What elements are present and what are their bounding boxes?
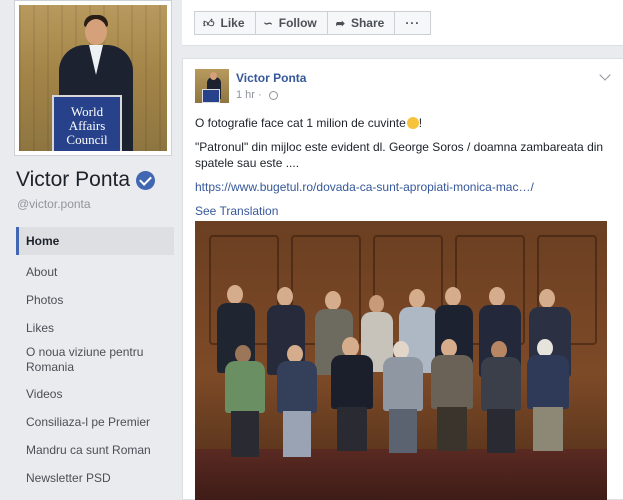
left-column: World Affairs Council Victor Ponta @vict…: [0, 0, 182, 500]
post-link[interactable]: https://www.bugetul.ro/dovada-ca-sunt-ap…: [195, 179, 615, 195]
nav-item-home[interactable]: Home: [16, 227, 174, 255]
action-buttons: 👍︎ Like ∽ Follow ➦ Share ···: [194, 11, 432, 35]
share-arrow-icon: ➦: [335, 17, 345, 30]
post-timestamp[interactable]: 1 hr: [236, 89, 255, 101]
page-name-row: Victor Ponta: [16, 168, 156, 192]
post-line-2: "Patronul" din mijloc este evident dl. G…: [195, 140, 604, 170]
nav-item-videos[interactable]: Videos: [16, 383, 174, 405]
post-author-avatar[interactable]: [195, 69, 229, 103]
post-meta: 1 hr ·: [236, 89, 278, 101]
rss-icon: ∽: [263, 17, 273, 30]
more-options-button[interactable]: ···: [394, 11, 432, 35]
see-translation-link[interactable]: See Translation: [195, 203, 615, 219]
podium-sign: World Affairs Council: [52, 95, 122, 151]
page-nav: Home About Photos Likes O noua viziune p…: [16, 227, 174, 489]
verified-badge-icon: [136, 170, 156, 190]
post-photo[interactable]: [195, 221, 607, 500]
follow-button[interactable]: ∽ Follow: [254, 11, 328, 35]
globe-icon: [268, 90, 278, 100]
profile-picture[interactable]: World Affairs Council: [14, 0, 172, 156]
like-button[interactable]: 👍︎ Like: [194, 11, 256, 35]
smile-emoji-icon: [406, 117, 419, 129]
nav-item-about[interactable]: About: [16, 261, 174, 283]
post-line-1: O fotografie face cat 1 milion de cuvint…: [195, 116, 423, 130]
post-body: O fotografie face cat 1 milion de cuvint…: [195, 115, 615, 219]
post-card: Victor Ponta 1 hr · O fotografie face ca…: [182, 58, 623, 500]
nav-item-consiliaza[interactable]: Consiliaza-l pe Premier: [16, 411, 174, 433]
post-author-name[interactable]: Victor Ponta: [236, 71, 306, 85]
nav-item-o-noua-viziune[interactable]: O noua viziune pentru Romania: [16, 345, 156, 375]
nav-item-likes[interactable]: Likes: [16, 317, 174, 339]
page-handle[interactable]: @victor.ponta: [17, 197, 91, 211]
page-action-bar: 👍︎ Like ∽ Follow ➦ Share ···: [182, 0, 623, 46]
nav-item-newsletter[interactable]: Newsletter PSD: [16, 467, 174, 489]
page-title[interactable]: Victor Ponta: [16, 168, 130, 192]
thumbs-up-icon: 👍︎: [203, 17, 215, 30]
nav-item-mandru[interactable]: Mandru ca sunt Roman: [16, 439, 174, 461]
profile-photo: World Affairs Council: [19, 5, 167, 151]
chevron-down-icon[interactable]: [599, 69, 611, 81]
nav-item-photos[interactable]: Photos: [16, 289, 174, 311]
share-button[interactable]: ➦ Share: [326, 11, 396, 35]
